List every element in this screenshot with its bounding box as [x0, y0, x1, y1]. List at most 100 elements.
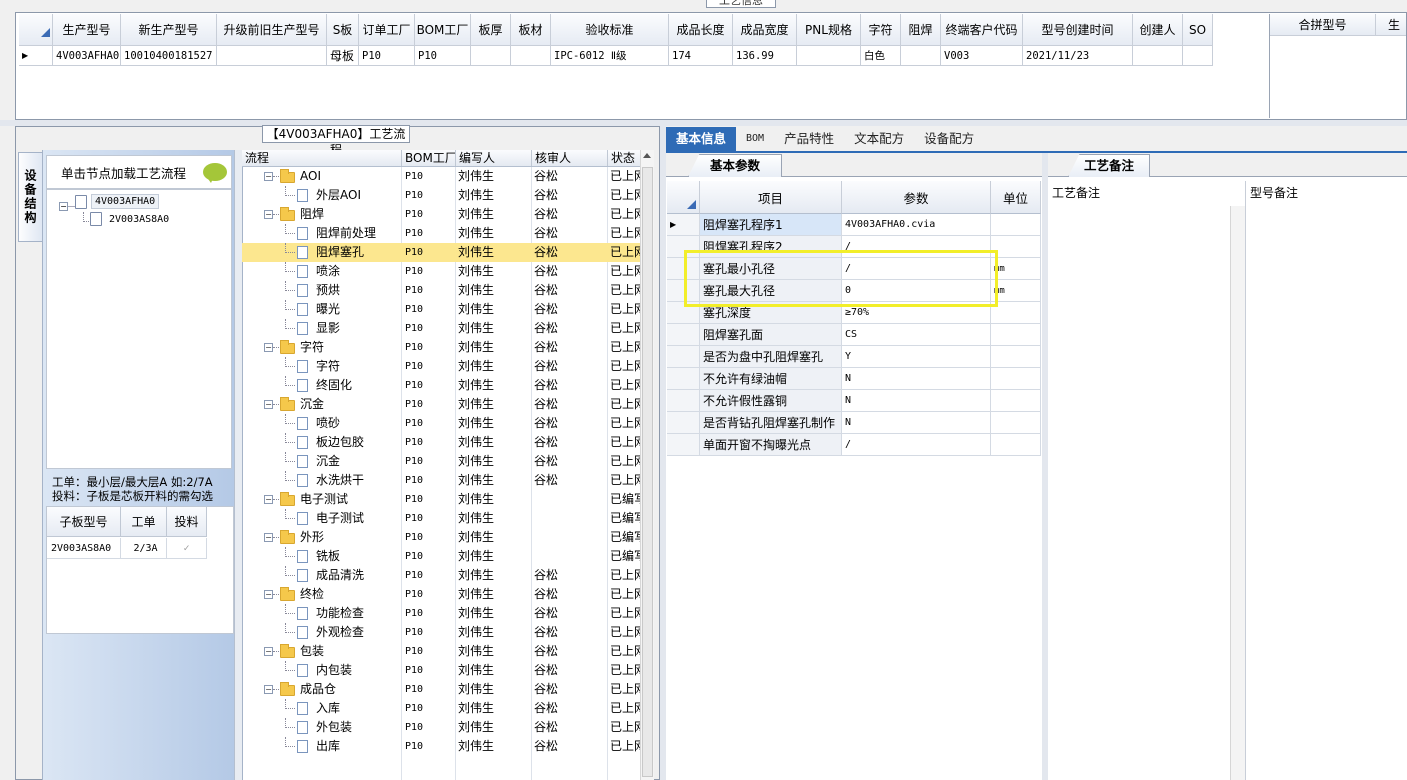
- top-grid-cell[interactable]: 4V003AFHA0: [53, 46, 121, 66]
- process-row[interactable]: 电子测试 P10 刘伟生 已编写: [242, 509, 642, 528]
- feed-checkbox[interactable]: ✓: [167, 538, 207, 558]
- left-splitter[interactable]: [234, 150, 242, 780]
- tab-right-3[interactable]: 文本配方: [844, 127, 914, 151]
- process-row[interactable]: 出库 P10 刘伟生 谷松 已上网: [242, 737, 642, 756]
- top-grid-cell[interactable]: [797, 46, 861, 66]
- process-row[interactable]: − 包装 P10 刘伟生 谷松 已上网: [242, 642, 642, 661]
- param-item[interactable]: 阻焊塞孔程序2: [700, 236, 842, 258]
- top-grid-header-cell[interactable]: 订单工厂: [359, 14, 415, 46]
- process-header-cell[interactable]: 编写人: [456, 150, 532, 166]
- top-grid-header-cell[interactable]: 阻焊: [901, 14, 941, 46]
- tree-collapse-icon[interactable]: −: [264, 400, 273, 409]
- row-header[interactable]: [667, 258, 700, 280]
- param-item[interactable]: 单面开窗不掏曝光点: [700, 434, 842, 456]
- top-grid-header-cell[interactable]: 板材: [511, 14, 551, 46]
- top-grid-cell[interactable]: [471, 46, 511, 66]
- process-row[interactable]: 板边包胶 P10 刘伟生 谷松 已上网: [242, 433, 642, 452]
- param-value[interactable]: /: [842, 258, 991, 280]
- process-row[interactable]: − 电子测试 P10 刘伟生 已编写: [242, 490, 642, 509]
- param-item[interactable]: 塞孔最大孔径: [700, 280, 842, 302]
- param-item[interactable]: 是否背钻孔阻焊塞孔制作: [700, 412, 842, 434]
- tree-collapse-icon[interactable]: −: [264, 210, 273, 219]
- param-unit[interactable]: [991, 368, 1041, 390]
- process-row[interactable]: 曝光 P10 刘伟生 谷松 已上网: [242, 300, 642, 319]
- top-grid-cell[interactable]: 母板: [327, 46, 359, 66]
- param-unit[interactable]: [991, 236, 1041, 258]
- param-row[interactable]: ▶ 阻焊塞孔程序1 4V003AFHA0.cvia: [667, 214, 1041, 236]
- param-item[interactable]: 塞孔深度: [700, 302, 842, 324]
- param-item[interactable]: 不允许有绿油帽: [700, 368, 842, 390]
- param-unit[interactable]: [991, 214, 1041, 236]
- tree-collapse-icon[interactable]: −: [264, 590, 273, 599]
- tree-collapse-icon[interactable]: −: [264, 343, 273, 352]
- top-grid-header-cell[interactable]: 生产型号: [53, 14, 121, 46]
- top-grid-cell[interactable]: P10: [359, 46, 415, 66]
- param-row[interactable]: 塞孔最小孔径 / mm: [667, 258, 1041, 280]
- top-grid-header-cell[interactable]: 验收标准: [551, 14, 669, 46]
- param-value[interactable]: 0: [842, 280, 991, 302]
- row-header[interactable]: [667, 412, 700, 434]
- merge-model-header[interactable]: 合拼型号: [1270, 14, 1376, 35]
- row-header[interactable]: [667, 302, 700, 324]
- top-grid-cell[interactable]: 10010400181527: [121, 46, 217, 66]
- process-row[interactable]: − 成品仓 P10 刘伟生 谷松 已上网: [242, 680, 642, 699]
- row-header[interactable]: [667, 280, 700, 302]
- row-header[interactable]: [667, 434, 700, 456]
- process-header-cell[interactable]: BOM工厂: [402, 150, 456, 166]
- param-value[interactable]: N: [842, 390, 991, 412]
- param-unit[interactable]: [991, 346, 1041, 368]
- sub-grid-header-cell[interactable]: 工单: [121, 507, 167, 536]
- param-item[interactable]: 塞孔最小孔径: [700, 258, 842, 280]
- param-row[interactable]: 不允许假性露铜 N: [667, 390, 1041, 412]
- param-item[interactable]: 阻焊塞孔程序1: [700, 214, 842, 236]
- remark-scrollbar[interactable]: [1230, 206, 1245, 780]
- top-grid-cell[interactable]: V003: [941, 46, 1023, 66]
- process-header-cell[interactable]: 流程: [242, 150, 402, 166]
- top-grid-header-cell[interactable]: 创建人: [1133, 14, 1183, 46]
- param-value[interactable]: ≥70%: [842, 302, 991, 324]
- top-grid-row[interactable]: ▶ 4V003AFHA0 10010400181527 母板 P10 P10 IPC-601…: [19, 46, 1213, 66]
- process-row[interactable]: 外层AOI P10 刘伟生 谷松 已上网: [242, 186, 642, 205]
- row-header[interactable]: [667, 236, 700, 258]
- param-header-cell[interactable]: 参数: [842, 181, 991, 214]
- param-unit[interactable]: [991, 302, 1041, 324]
- row-selector-arrow-icon[interactable]: ▶: [19, 46, 53, 66]
- process-row[interactable]: 字符 P10 刘伟生 谷松 已上网: [242, 357, 642, 376]
- param-item[interactable]: 不允许假性露铜: [700, 390, 842, 412]
- top-grid-cell[interactable]: IPC-6012 Ⅱ级: [551, 46, 669, 66]
- tab-right-4[interactable]: 设备配方: [914, 127, 984, 151]
- process-row[interactable]: − 字符 P10 刘伟生 谷松 已上网: [242, 338, 642, 357]
- param-row[interactable]: 是否背钻孔阻焊塞孔制作 N: [667, 412, 1041, 434]
- top-grid-header-cell[interactable]: S板: [327, 14, 359, 46]
- top-grid-header-cell[interactable]: BOM工厂: [415, 14, 471, 46]
- top-grid-cell[interactable]: [1183, 46, 1213, 66]
- tree-collapse-icon[interactable]: −: [59, 202, 68, 211]
- row-header[interactable]: [667, 368, 700, 390]
- param-header-cell[interactable]: 项目: [700, 181, 842, 214]
- process-row[interactable]: 水洗烘干 P10 刘伟生 谷松 已上网: [242, 471, 642, 490]
- tab-right-1[interactable]: BOM: [736, 127, 774, 151]
- row-selector-arrow-icon[interactable]: ▶: [667, 214, 700, 236]
- process-row[interactable]: 成品清洗 P10 刘伟生 谷松 已上网: [242, 566, 642, 585]
- tab-basic-params[interactable]: 基本参数: [688, 154, 782, 177]
- process-row[interactable]: 沉金 P10 刘伟生 谷松 已上网: [242, 452, 642, 471]
- param-item[interactable]: 阻焊塞孔面: [700, 324, 842, 346]
- process-row[interactable]: 阻焊前处理 P10 刘伟生 谷松 已上网: [242, 224, 642, 243]
- top-grid-cell[interactable]: [901, 46, 941, 66]
- param-row[interactable]: 塞孔深度 ≥70%: [667, 302, 1041, 324]
- row-header[interactable]: [667, 324, 700, 346]
- process-row[interactable]: 入库 P10 刘伟生 谷松 已上网: [242, 699, 642, 718]
- top-grid-header-cell[interactable]: PNL规格: [797, 14, 861, 46]
- process-remark-area[interactable]: 工艺备注: [1048, 181, 1246, 780]
- process-row[interactable]: 外观检查 P10 刘伟生 谷松 已上网: [242, 623, 642, 642]
- param-header-cell[interactable]: 单位: [991, 181, 1041, 214]
- process-row[interactable]: 终固化 P10 刘伟生 谷松 已上网: [242, 376, 642, 395]
- sub-grid-header-cell[interactable]: 投料: [167, 507, 207, 536]
- top-grid-header-cell[interactable]: 字符: [861, 14, 901, 46]
- top-grid-cell[interactable]: 136.99: [733, 46, 797, 66]
- top-grid-header-cell[interactable]: SO: [1183, 14, 1213, 46]
- tab-right-0[interactable]: 基本信息: [666, 127, 737, 151]
- top-grid-header-cell[interactable]: 型号创建时间: [1023, 14, 1133, 46]
- param-row[interactable]: 不允许有绿油帽 N: [667, 368, 1041, 390]
- top-grid-header-cell[interactable]: 成品宽度: [733, 14, 797, 46]
